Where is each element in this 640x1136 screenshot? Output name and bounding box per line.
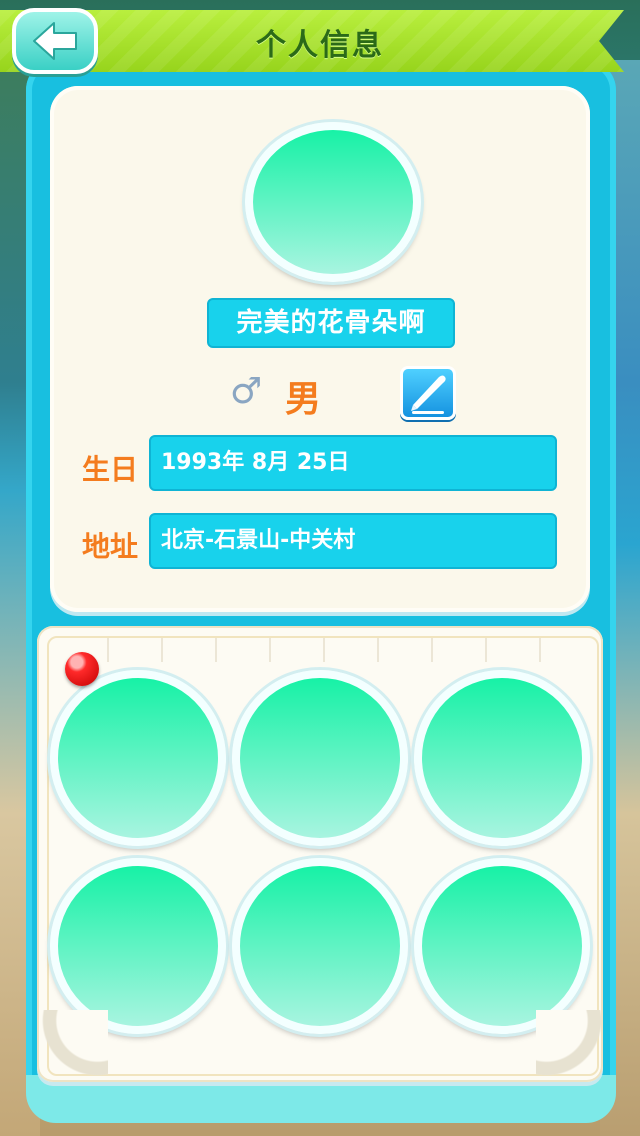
back-button[interactable] — [12, 8, 98, 74]
male-symbol-icon: ♂ — [229, 371, 263, 412]
pencil-edit-icon — [411, 375, 446, 414]
photo-slot-5[interactable] — [232, 858, 408, 1034]
birthday-field[interactable]: 1993年 8月 25日 — [149, 435, 557, 491]
gender-label: 男 — [285, 379, 322, 420]
photo-slot-6[interactable] — [414, 858, 590, 1034]
address-field[interactable]: 北京-石景山-中关村 — [149, 513, 557, 569]
header-bar: 个人信息 — [0, 0, 640, 80]
photo-slot-3[interactable] — [414, 670, 590, 846]
photo-slot-1[interactable] — [50, 670, 226, 846]
nickname-field[interactable]: 完美的花骨朵啊 — [207, 298, 455, 348]
panel-bottom-strip — [26, 1075, 616, 1123]
address-label: 地址 — [82, 530, 139, 563]
avatar[interactable] — [245, 122, 421, 282]
page-curl-right — [536, 1010, 606, 1080]
edit-button[interactable] — [400, 366, 456, 420]
photo-slot-2[interactable] — [232, 670, 408, 846]
photo-slot-4[interactable] — [50, 858, 226, 1034]
birthday-label: 生日 — [82, 453, 139, 486]
back-arrow-icon — [33, 22, 77, 60]
gallery-ruled-lines — [55, 638, 585, 662]
red-pushpin-icon — [65, 652, 99, 686]
page-curl-left — [38, 1010, 108, 1080]
